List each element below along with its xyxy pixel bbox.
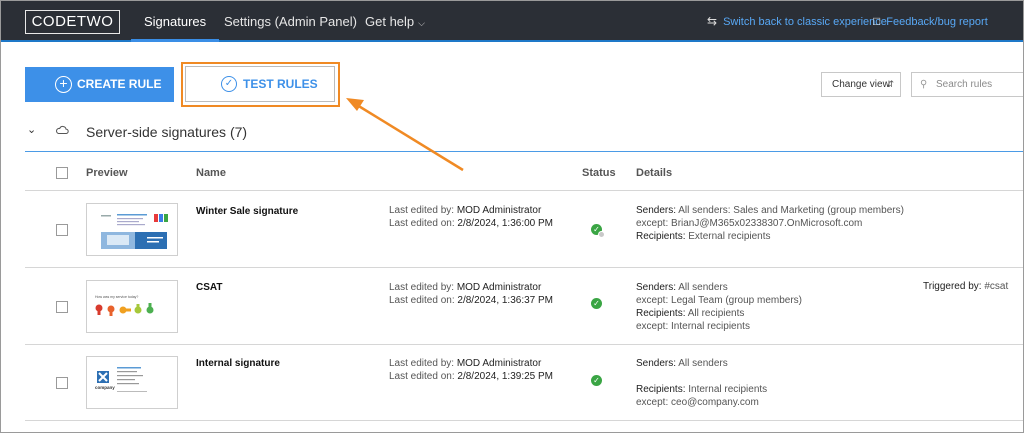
test-rules-button[interactable]: ✓ TEST RULES: [185, 66, 335, 102]
row-checkbox[interactable]: [56, 224, 68, 236]
details-value: All recipients: [687, 308, 745, 319]
edited-by-label: Last edited by:: [389, 358, 455, 369]
row-checkbox[interactable]: [56, 377, 68, 389]
winter-sale-preview-image: [87, 204, 177, 255]
details-value: All senders: Sales and Marketing (group …: [678, 205, 904, 216]
edited-on-label: Last edited on:: [389, 371, 455, 382]
top-navigation-bar: CODETWO Signatures Settings (Admin Panel…: [1, 1, 1023, 42]
nav-get-help-label: Get help: [365, 14, 415, 29]
create-rule-label: CREATE RULE: [77, 77, 162, 91]
signature-preview-thumbnail[interactable]: How was my service today?: [86, 280, 178, 333]
internal-signature-preview-image: [97, 367, 147, 392]
details-value: except: ceo@company.com: [636, 397, 759, 408]
rule-name[interactable]: Internal signature: [196, 358, 280, 369]
collapse-chevron-icon[interactable]: ⌄: [27, 123, 36, 136]
row-divider: [25, 190, 1023, 191]
chevron-down-icon: ⌵: [418, 18, 425, 28]
rule-details: Senders: All senders: Sales and Marketin…: [636, 204, 904, 243]
switch-classic-label: Switch back to classic experience: [723, 16, 887, 28]
column-header-status: Status: [582, 167, 616, 179]
triggered-by-value: #csat: [984, 281, 1009, 292]
details-label: Senders:: [636, 282, 677, 293]
edited-by-label: Last edited by:: [389, 282, 455, 293]
csat-preview-image: [95, 303, 154, 316]
test-rules-label: TEST RULES: [243, 77, 318, 91]
feedback-label: Feedback/bug report: [886, 16, 988, 28]
edited-on-value: 2/8/2024, 1:36:00 PM: [457, 218, 554, 229]
create-rule-button[interactable]: + CREATE RULE: [25, 67, 174, 102]
edited-info: Last edited by: MOD Administrator Last e…: [389, 281, 553, 307]
details-value: except: Internal recipients: [636, 321, 750, 332]
details-label: Recipients:: [636, 231, 686, 242]
rule-details: Senders: All senders except: Legal Team …: [636, 281, 802, 333]
edited-info: Last edited by: MOD Administrator Last e…: [389, 357, 553, 383]
edited-by-value: MOD Administrator: [456, 282, 542, 293]
row-divider: [25, 267, 1023, 268]
status-pending-dot-icon: [598, 231, 605, 238]
arrow-head: [346, 98, 364, 111]
company-logo-text: company: [95, 385, 115, 390]
details-value: Internal recipients: [688, 384, 768, 395]
rule-details: Senders: All senders Recipients: Interna…: [636, 357, 767, 409]
feedback-link[interactable]: □ Feedback/bug report: [873, 1, 988, 42]
triggered-by: Triggered by: #csat: [923, 281, 1008, 292]
codetwo-logo[interactable]: CODETWO: [25, 10, 120, 34]
arrow-shaft: [356, 103, 464, 172]
app-frame: CODETWO Signatures Settings (Admin Panel…: [0, 0, 1024, 433]
details-value: All senders: [678, 282, 728, 293]
group-divider: [25, 151, 1023, 152]
edited-info: Last edited by: MOD Administrator Last e…: [389, 204, 553, 230]
select-all-checkbox[interactable]: [56, 167, 68, 179]
csat-question-text: How was my service today?: [95, 295, 139, 299]
edited-on-value: 2/8/2024, 1:36:37 PM: [457, 295, 554, 306]
group-title: Server-side signatures (7): [86, 124, 248, 140]
nav-get-help[interactable]: Get help ⌵: [365, 1, 425, 42]
switch-classic-link[interactable]: ⇆ Switch back to classic experience: [707, 1, 887, 42]
details-value: External recipients: [688, 231, 771, 242]
nav-signatures[interactable]: Signatures: [131, 1, 220, 42]
plus-circle-icon: +: [55, 76, 72, 93]
rule-name[interactable]: CSAT: [196, 282, 222, 293]
details-label: Senders:: [636, 358, 677, 369]
details-label: Recipients:: [636, 308, 686, 319]
nav-settings-admin-panel[interactable]: Settings (Admin Panel): [224, 1, 357, 42]
feedback-icon: □: [873, 14, 881, 28]
column-header-name: Name: [196, 167, 226, 179]
updown-chevron-icon: ⇵: [886, 79, 894, 89]
search-rules-input[interactable]: ⚲ Search rules: [911, 72, 1023, 97]
edited-by-label: Last edited by:: [389, 205, 455, 216]
change-view-label: Change view: [832, 79, 890, 90]
change-view-select[interactable]: Change view ⇵: [821, 72, 901, 97]
details-value: All senders: [678, 358, 728, 369]
cloud-icon: [56, 125, 69, 134]
column-header-details: Details: [636, 167, 673, 179]
signature-preview-thumbnail[interactable]: company: [86, 356, 178, 409]
details-value: except: Legal Team (group members): [636, 295, 803, 306]
column-header-preview: Preview: [86, 167, 128, 179]
rule-name[interactable]: Winter Sale signature: [196, 206, 298, 217]
edited-on-label: Last edited on:: [389, 218, 455, 229]
check-circle-icon: ✓: [221, 76, 237, 92]
triggered-by-label: Triggered by:: [923, 281, 982, 292]
details-value: except: BrianJ@M365x02338307.OnMicrosoft…: [636, 218, 863, 229]
edited-by-value: MOD Administrator: [456, 358, 542, 369]
signature-preview-thumbnail[interactable]: [86, 203, 178, 256]
row-divider: [25, 344, 1023, 345]
edited-by-value: MOD Administrator: [456, 205, 542, 216]
details-label: Senders:: [636, 205, 677, 216]
search-icon: ⚲: [920, 79, 928, 90]
edited-on-value: 2/8/2024, 1:39:25 PM: [457, 371, 554, 382]
row-checkbox[interactable]: [56, 301, 68, 313]
switch-arrows-icon: ⇆: [707, 14, 718, 28]
status-active-icon: ✓: [591, 298, 602, 309]
search-placeholder: Search rules: [936, 79, 993, 90]
row-divider: [25, 420, 1023, 421]
edited-on-label: Last edited on:: [389, 295, 455, 306]
details-label: Recipients:: [636, 384, 686, 395]
status-active-icon: ✓: [591, 375, 602, 386]
